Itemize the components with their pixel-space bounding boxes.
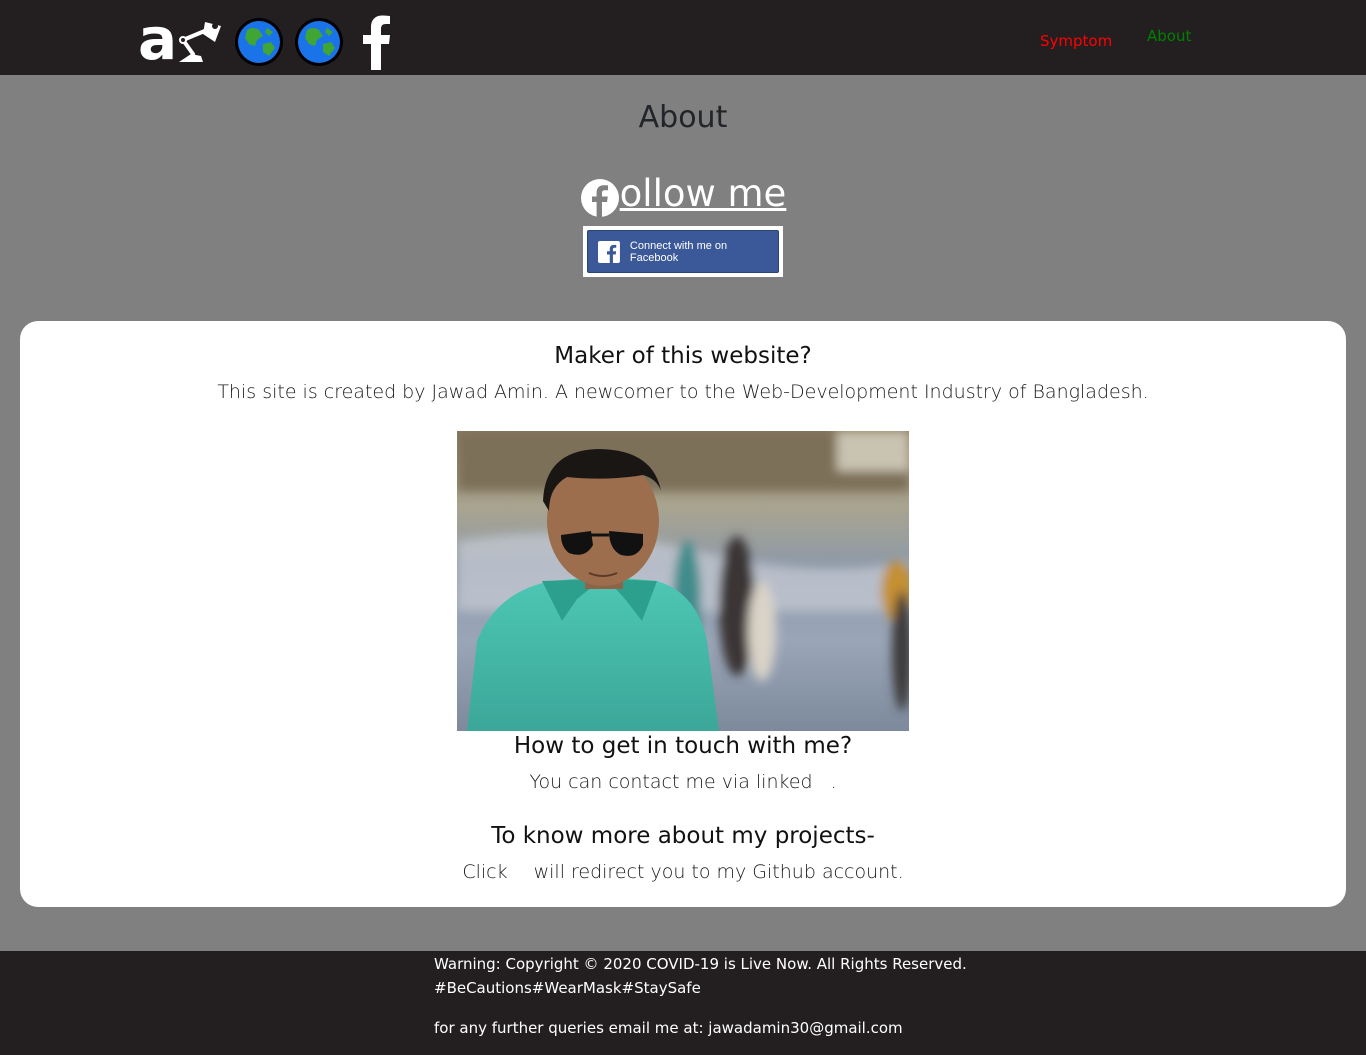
footer-hashtags: #BeCautions#WearMask#StaySafe [434, 979, 701, 997]
contact-text-after: . [830, 771, 837, 793]
facebook-connect-button[interactable]: Connect with me on Facebook [587, 230, 779, 273]
globe-icon [235, 18, 284, 66]
follow-me-link-wrapper: ollow me [0, 172, 1366, 222]
footer-email: for any further queries email me at: jaw… [434, 1019, 903, 1037]
facebook-f-icon [363, 15, 391, 70]
top-navbar: a Symptom About [0, 0, 1366, 75]
author-photo [457, 431, 909, 731]
facebook-connect-label: Connect with me on Facebook [629, 239, 728, 264]
follow-me-link[interactable]: ollow me [580, 172, 787, 217]
about-card: Maker of this website? This site is crea… [20, 321, 1346, 907]
brand-letter: a [138, 5, 178, 73]
nav-link-symptom[interactable]: Symptom [1040, 32, 1112, 50]
projects-text-before: Click [462, 861, 508, 883]
contact-text-before: You can contact me via linked [529, 771, 813, 793]
globe-icon [295, 18, 344, 66]
footer-copyright: Warning: Copyright © 2020 COVID-19 is Li… [434, 955, 967, 973]
contact-text: You can contact me via linked. [20, 771, 1346, 793]
brand-logo[interactable]: a [138, 5, 395, 73]
facebook-square-icon [598, 240, 620, 263]
nav-link-about[interactable]: About [1147, 27, 1191, 45]
projects-text: Click will redirect you to my Github acco… [20, 861, 1346, 883]
lamp-icon [179, 22, 222, 62]
follow-me-text: ollow me [619, 172, 787, 215]
maker-text: This site is created by Jawad Amin. A ne… [217, 381, 1149, 403]
page-title: About [638, 100, 728, 135]
maker-heading: Maker of this website? [554, 343, 812, 369]
projects-heading: To know more about my projects- [491, 823, 875, 849]
projects-text-after: will redirect you to my Github account. [533, 861, 904, 883]
facebook-circle-icon [580, 179, 619, 217]
facebook-connect-button-frame: Connect with me on Facebook [583, 226, 783, 277]
footer: Warning: Copyright © 2020 COVID-19 is Li… [0, 951, 1366, 1055]
contact-heading: How to get in touch with me? [513, 733, 853, 759]
